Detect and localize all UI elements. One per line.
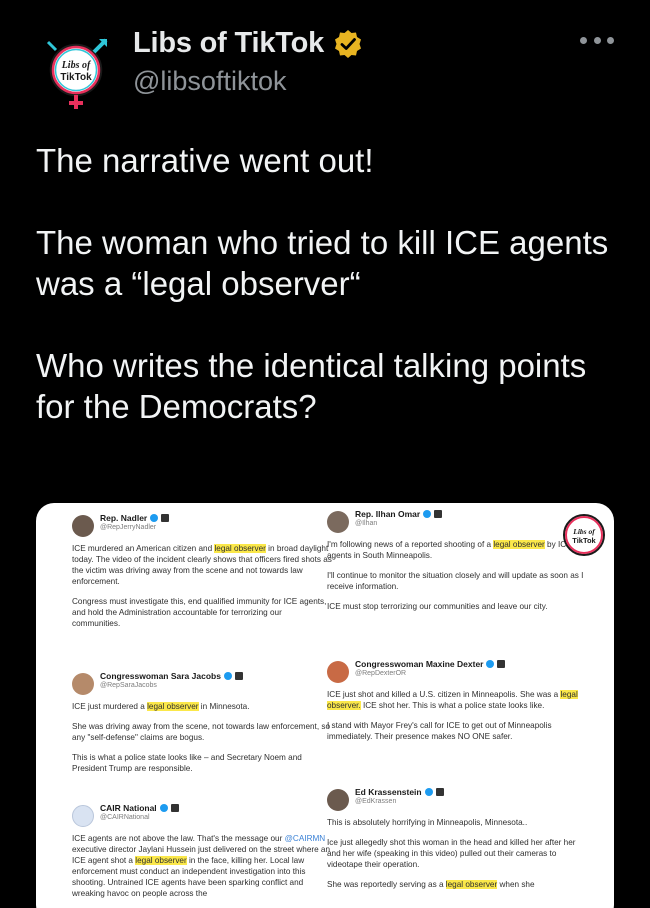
embedded-paragraph: This is absolutely horrifying in Minneap…: [327, 818, 528, 827]
svg-text:TikTok: TikTok: [572, 536, 596, 545]
embedded-paragraph: ICE just shot and killed a U.S. citizen …: [327, 690, 578, 710]
highlighted-phrase: legal observer: [147, 702, 199, 711]
embedded-avatar: [327, 661, 349, 683]
embedded-paragraph: She was driving away from the scene, not…: [72, 722, 331, 742]
government-badge-icon: [161, 514, 170, 522]
author-handle[interactable]: @libsoftiktok: [133, 66, 364, 97]
embedded-tweet-header: Ed Krassenstein @EdKrassen: [327, 787, 587, 817]
embedded-author-handle: @RepDexterOR: [355, 670, 407, 677]
more-options-icon[interactable]: [580, 32, 614, 48]
embedded-tweet-repjerrynadler: Rep. Nadler @RepJerryNadler ICE murdered a…: [72, 513, 332, 671]
embedded-author-name: Rep. Ilhan Omar: [355, 509, 443, 519]
embedded-paragraph: ICE murdered an American citizen and leg…: [72, 544, 332, 586]
blue-verified-icon: [486, 660, 495, 668]
embedded-tweet-ilhan: Rep. Ilhan Omar @Ilhan I'm following news …: [327, 509, 587, 659]
embedded-tweet-body: I'm following news of a reported shootin…: [327, 539, 587, 612]
blue-verified-icon: [423, 510, 432, 518]
embedded-paragraph: ICE must stop terrorizing our communitie…: [327, 602, 548, 611]
government-badge-icon: [170, 804, 179, 812]
embedded-author-handle: @CAIRNational: [100, 814, 150, 821]
embedded-paragraph: She was reportedly serving as a legal ob…: [327, 880, 535, 889]
embedded-tweet-body: ICE just shot and killed a U.S. citizen …: [327, 689, 587, 742]
government-badge-icon: [234, 672, 243, 680]
government-badge-icon: [435, 788, 444, 796]
embedded-tweet-header: Congresswoman Maxine Dexter @RepDexterOR: [327, 659, 587, 689]
highlighted-phrase: legal observer.: [327, 690, 578, 710]
blue-verified-icon: [424, 788, 433, 796]
embedded-paragraph: Congress must investigate this, end qual…: [72, 597, 327, 628]
government-badge-icon: [434, 510, 443, 518]
embedded-paragraph: I'm following news of a reported shootin…: [327, 540, 572, 560]
avatar[interactable]: Libs of TikTok: [36, 30, 116, 110]
highlighted-phrase: legal observer: [214, 544, 266, 553]
post-header: Libs of TikTok Libs of TikTok @libsoftik…: [0, 0, 650, 115]
embedded-tweet-header: Rep. Nadler @RepJerryNadler: [72, 513, 332, 543]
embedded-tweet-repdexteror: Congresswoman Maxine Dexter @RepDexterOR I…: [327, 659, 587, 787]
embedded-avatar: [327, 511, 349, 533]
highlighted-phrase: legal observer: [135, 856, 187, 865]
embedded-author-handle: @RepJerryNadler: [100, 524, 157, 531]
embedded-avatar: [72, 673, 94, 695]
embedded-tweet-cairnational: CAIR National @CAIRNational ICE agents are…: [72, 803, 332, 908]
post-text: The narrative went out! The woman who tr…: [36, 140, 626, 427]
embedded-avatar: [327, 789, 349, 811]
embedded-tweet-repsarajacobs: Congresswoman Sara Jacobs @RepSaraJacobs I…: [72, 671, 332, 803]
blue-verified-icon: [223, 672, 232, 680]
author-name[interactable]: Libs of TikTok: [133, 27, 324, 60]
government-badge-icon: [497, 660, 506, 668]
embedded-author-name: Congresswoman Sara Jacobs: [100, 671, 243, 681]
embedded-paragraph: I'll continue to monitor the situation c…: [327, 571, 584, 591]
embed-column-left: Rep. Nadler @RepJerryNadler ICE murdered a…: [72, 513, 332, 908]
svg-text:Libs of: Libs of: [572, 527, 596, 536]
attached-image[interactable]: Rep. Nadler @RepJerryNadler ICE murdered a…: [36, 503, 614, 908]
embedded-author-name: Rep. Nadler: [100, 513, 170, 523]
author-name-row: Libs of TikTok: [133, 27, 364, 60]
embed-column-right: Rep. Ilhan Omar @Ilhan I'm following news …: [327, 509, 587, 908]
watermark-logo-icon: Libs of TikTok: [563, 514, 605, 556]
embedded-author-name: Ed Krassenstein: [355, 787, 444, 797]
blue-verified-icon: [159, 804, 168, 812]
gold-verified-badge-icon: [335, 29, 362, 58]
logo-lettering: Libs of: [61, 60, 92, 71]
blue-verified-icon: [150, 514, 159, 522]
highlighted-phrase: legal observer: [493, 540, 545, 549]
highlighted-phrase: legal observer: [445, 880, 498, 889]
embedded-paragraph: ICE just murdered a legal observer in Mi…: [72, 702, 250, 711]
embedded-tweet-header: Rep. Ilhan Omar @Ilhan: [327, 509, 587, 539]
embedded-tweet-header: Congresswoman Sara Jacobs @RepSaraJacobs: [72, 671, 332, 701]
svg-text:TikTok: TikTok: [60, 72, 92, 83]
embedded-tweet-body: ICE murdered an American citizen and leg…: [72, 543, 332, 629]
embedded-paragraph: This is what a police state looks like –…: [72, 753, 302, 773]
libs-of-tiktok-logo-icon: Libs of TikTok: [46, 38, 108, 109]
post-line-3: Who writes the identical talking points …: [36, 347, 587, 425]
post-line-1: The narrative went out!: [36, 142, 374, 179]
embedded-author-handle: @RepSaraJacobs: [100, 682, 157, 689]
embedded-tweet-body: This is absolutely horrifying in Minneap…: [327, 817, 587, 890]
mention-link: @CAIRMN: [284, 834, 326, 843]
embedded-tweet-edkrassen: Ed Krassenstein @EdKrassen This is absolut…: [327, 787, 587, 908]
embedded-avatar: [72, 805, 94, 827]
embedded-avatar: [72, 515, 94, 537]
embedded-tweet-header: CAIR National @CAIRNational: [72, 803, 332, 833]
embedded-tweet-body: ICE just murdered a legal observer in Mi…: [72, 701, 332, 774]
embedded-author-handle: @Ilhan: [355, 520, 378, 527]
embedded-paragraph: I stand with Mayor Frey's call for ICE t…: [327, 721, 552, 741]
post-line-2: The woman who tried to kill ICE agents w…: [36, 224, 609, 302]
embedded-author-handle: @EdKrassen: [355, 798, 397, 805]
embedded-author-name: CAIR National: [100, 803, 179, 813]
embedded-paragraph: ICE agents are not above the law. That's…: [72, 834, 331, 898]
embedded-author-name: Congresswoman Maxine Dexter: [355, 659, 506, 669]
author-block[interactable]: Libs of TikTok @libsoftiktok: [133, 27, 364, 97]
embedded-paragraph: Ice just allegedly shot this woman in th…: [327, 838, 576, 869]
embedded-tweet-body: ICE agents are not above the law. That's…: [72, 833, 332, 899]
